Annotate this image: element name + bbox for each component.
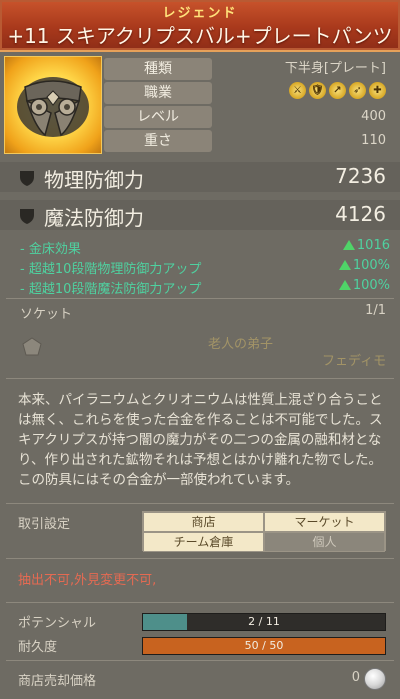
healer-class-icon: ✚ — [369, 82, 386, 99]
stat-value-weight: 110 — [361, 133, 386, 148]
magic-defense-row: 魔法防御力 4126 — [0, 200, 400, 230]
increase-arrow-icon — [338, 280, 351, 290]
divider — [6, 660, 394, 661]
bonus-label: - 超越10段階物理防御力アップ — [20, 262, 202, 277]
item-name: +11 スキアクリプスバル+プレートパンツ — [7, 24, 393, 48]
bonus-label: - 超越10段階魔法防御力アップ — [20, 282, 202, 297]
bonus-value: 100% — [338, 258, 390, 273]
potential-label: ポテンシャル — [18, 616, 97, 631]
bonus-row: - 金床効果 1016 — [20, 238, 390, 257]
item-description: 本来、パイラニウムとクリオニウムは性質上混ざり合うことは無く、これらを使った合金… — [18, 392, 383, 488]
armor-pants-icon — [17, 77, 89, 137]
potential-text: 2 / 11 — [248, 615, 280, 628]
sell-price-label: 商店売却価格 — [18, 674, 97, 689]
magic-defense-value: 4126 — [335, 202, 386, 226]
silver-coin-icon — [364, 668, 386, 690]
watermark-text: 老人の弟子 — [208, 337, 274, 352]
trade-option-team-storage: チーム倉庫 — [143, 532, 264, 552]
bonus-label: - 金床効果 — [20, 242, 81, 257]
class-icons: ⚔ 🛡 ↗ ➶ ✚ — [289, 82, 386, 99]
bonus-row: - 超越10段階物理防御力アップ 100% — [20, 258, 390, 277]
scout-class-icon: ↗ — [329, 82, 346, 99]
socket-label: ソケット — [20, 307, 73, 322]
shield-icon — [20, 209, 34, 224]
divider — [6, 602, 394, 603]
potential-bar: 2 / 11 — [142, 613, 386, 631]
empty-socket-icon[interactable] — [22, 337, 42, 357]
trade-option-shop: 商店 — [143, 512, 264, 532]
divider — [6, 378, 394, 379]
trade-settings-grid: 商店 マーケット チーム倉庫 個人 — [142, 511, 386, 552]
shield-icon — [20, 171, 34, 186]
bonus-value: 100% — [338, 278, 390, 293]
stat-value-level: 400 — [361, 109, 386, 124]
restriction-text: 抽出不可,外見変更不可, — [18, 573, 157, 588]
item-header: レジェンド +11 スキアクリプスバル+プレートパンツ — [0, 0, 400, 52]
divider — [6, 558, 394, 559]
increase-arrow-icon — [338, 260, 351, 270]
durability-text: 50 / 50 — [244, 639, 284, 652]
stat-label-level: レベル — [104, 106, 212, 128]
magic-defense-label: 魔法防御力 — [44, 206, 144, 230]
stat-label-type: 種類 — [104, 58, 212, 80]
bonus-row: - 超越10段階魔法防御力アップ 100% — [20, 278, 390, 297]
durability-label: 耐久度 — [18, 640, 58, 655]
archer-class-icon: ➶ — [349, 82, 366, 99]
warrior-class-icon: ⚔ — [289, 82, 306, 99]
rarity-label: レジェンド — [162, 6, 238, 21]
bonus-amount: 100% — [352, 278, 390, 293]
divider — [6, 298, 394, 299]
trade-option-market: マーケット — [264, 512, 385, 532]
stat-label-class: 職業 — [104, 82, 212, 104]
stat-value-type: 下半身[プレート] — [284, 61, 386, 76]
increase-arrow-icon — [342, 240, 355, 250]
trade-settings-label: 取引設定 — [18, 517, 71, 532]
durability-bar: 50 / 50 — [142, 637, 386, 655]
stat-label-weight: 重さ — [104, 130, 212, 152]
bonus-amount: 1016 — [356, 238, 390, 253]
item-icon — [4, 56, 102, 154]
divider — [6, 503, 394, 504]
watermark-text: フェディモ — [322, 354, 387, 369]
physical-defense-value: 7236 — [335, 164, 386, 188]
socket-count: 1/1 — [365, 303, 386, 318]
bonus-value: 1016 — [342, 238, 390, 253]
knight-class-icon: 🛡 — [309, 82, 326, 99]
physical-defense-row: 物理防御力 7236 — [0, 162, 400, 192]
physical-defense-label: 物理防御力 — [44, 168, 144, 192]
sell-price-value: 0 — [351, 670, 360, 685]
bonus-amount: 100% — [352, 258, 390, 273]
trade-option-personal: 個人 — [264, 532, 385, 552]
